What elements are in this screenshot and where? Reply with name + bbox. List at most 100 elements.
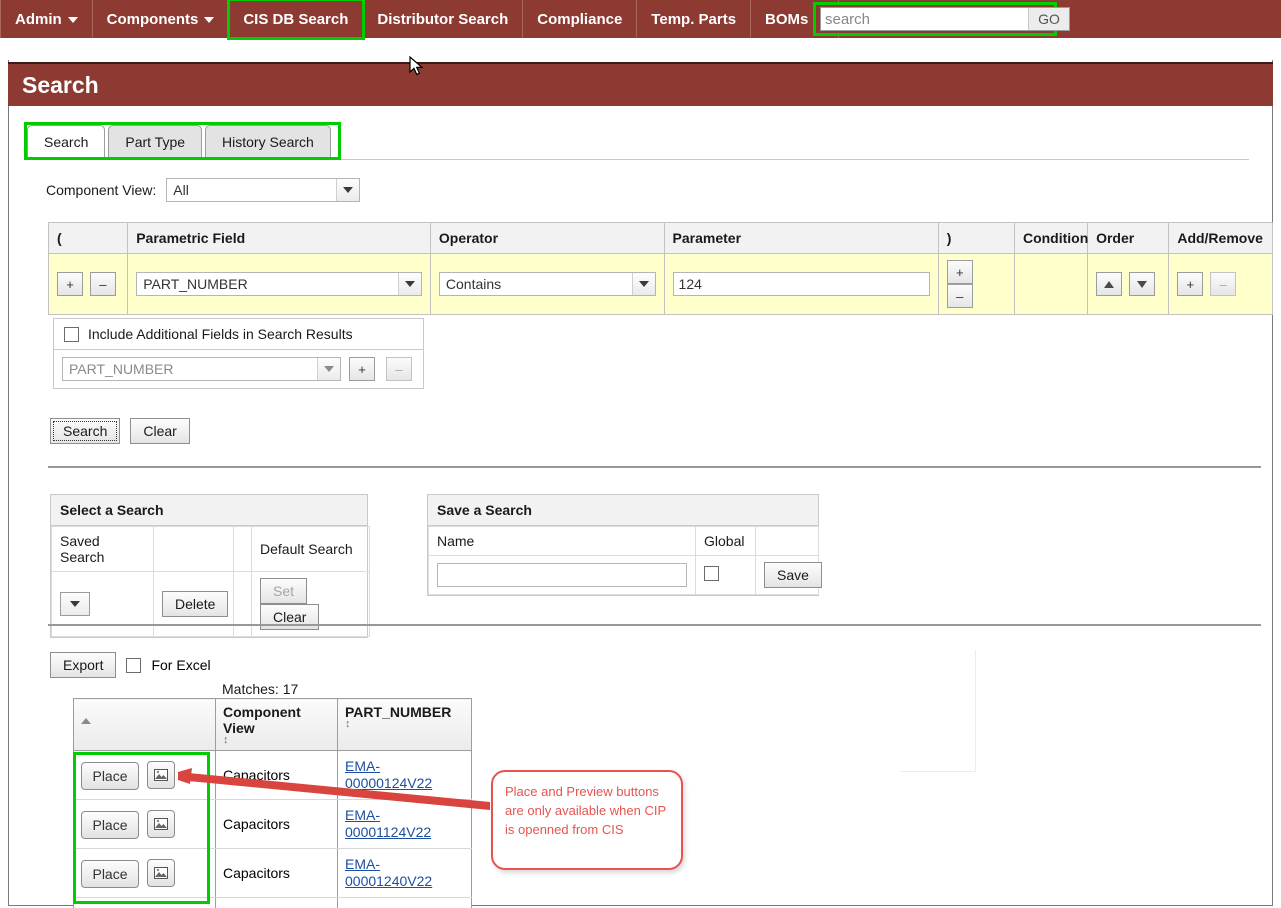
sort-toggle-icon[interactable]: ↕ [223,736,330,745]
preview-image-icon[interactable] [147,859,175,887]
col-default-search: Default Search [252,527,370,572]
global-search-input[interactable] [821,8,1028,30]
cell-add-remove: + – [1169,254,1273,315]
additional-field-add-button[interactable]: + [349,357,375,381]
parameter-input[interactable] [673,272,930,296]
save-search-button[interactable]: Save [764,562,822,588]
additional-field-remove-button[interactable]: – [386,357,412,381]
global-checkbox[interactable] [704,566,719,581]
results-header-row: Component View ↕ PART_NUMBER ↕ [74,699,472,751]
save-a-search-table: Name Global Save [428,526,819,595]
table-row: Place Capacitors EMA-00001240V22 [74,849,472,898]
col-parametric-field: Parametric Field [128,223,431,254]
part-number-link[interactable]: EMA-00001124V22 [345,807,464,841]
table-row: Place Capacitors EMA-00000124V22 [74,751,472,800]
for-excel-checkbox[interactable] [126,658,141,673]
results-col-part-number[interactable]: PART_NUMBER ↕ [338,699,472,751]
order-up-button[interactable] [1096,272,1122,296]
place-button[interactable]: Place [81,762,139,790]
additional-field-select[interactable]: PART_NUMBER [62,357,341,381]
save-search-name-input[interactable] [437,563,687,587]
parametric-field-value: PART_NUMBER [137,273,398,295]
component-view-label: Component View: [46,182,156,198]
nav-item-cis-db-search[interactable]: CIS DB Search [229,0,363,38]
row-add-button[interactable]: + [1177,272,1203,296]
background-artifact [900,650,976,772]
results-table: Component View ↕ PART_NUMBER ↕ Place [73,698,472,908]
clear-default-search-button[interactable]: Clear [260,604,319,630]
include-additional-fields-checkbox[interactable] [64,327,79,342]
global-search-go-button[interactable]: GO [1028,8,1069,30]
cell-parametric-field: PART_NUMBER [128,254,431,315]
cell-row-actions: Place [74,800,216,849]
order-down-button[interactable] [1129,272,1155,296]
criteria-row: + – PART_NUMBER Contains [49,254,1273,315]
cell-parameter [664,254,938,315]
parametric-field-select[interactable]: PART_NUMBER [136,272,422,296]
chevron-down-icon [204,17,214,23]
open-paren-add-button[interactable]: + [57,272,83,296]
tab-part-type[interactable]: Part Type [108,125,202,157]
col-open-paren: ( [49,223,128,254]
open-paren-remove-button[interactable]: – [90,272,116,296]
part-number-link[interactable]: EMA-00001240V22 [345,856,464,890]
component-view-select[interactable]: All [166,178,360,202]
clear-button[interactable]: Clear [130,418,189,444]
additional-field-value: PART_NUMBER [63,358,317,380]
col-blank-2 [234,527,252,572]
part-number-link[interactable]: EMA-00000124V22 [345,758,464,792]
save-a-search-header-row: Name Global [429,527,819,556]
select-a-search-header-row: Saved Search Default Search [52,527,370,572]
col-order: Order [1088,223,1169,254]
nav-item-label: Components [107,11,199,28]
nav-item-admin[interactable]: Admin [0,0,93,38]
cell-delete: Delete [154,572,234,637]
cell-spacer [234,572,252,637]
tab-label: Part Type [125,134,185,150]
nav-item-compliance[interactable]: Compliance [523,0,637,38]
results-col-part-number-label: PART_NUMBER [345,704,464,720]
include-additional-fields-label: Include Additional Fields in Search Resu… [88,326,353,342]
tab-search[interactable]: Search [27,125,105,157]
nav-item-components[interactable]: Components [93,0,230,38]
close-paren-remove-button[interactable]: – [947,284,973,308]
cell-part-number: EMA-00000124V22 [338,751,472,800]
place-button[interactable]: Place [81,811,139,839]
delete-saved-search-button[interactable]: Delete [162,591,228,617]
nav-item-distributor-search[interactable]: Distributor Search [363,0,523,38]
tab-history-search[interactable]: History Search [205,125,331,157]
saved-search-select[interactable] [60,592,90,616]
sort-toggle-icon[interactable]: ↕ [345,720,464,729]
results-col-component-view[interactable]: Component View ↕ [216,699,338,751]
additional-field-selector-row: PART_NUMBER + – [54,350,423,388]
place-button[interactable]: Place [81,860,139,888]
sort-ascending-icon[interactable] [81,718,91,724]
chevron-down-icon [68,17,78,23]
close-paren-add-button[interactable]: + [947,260,973,284]
include-additional-fields-row[interactable]: Include Additional Fields in Search Resu… [54,319,423,350]
col-operator: Operator [430,223,664,254]
cell-save-name [429,556,696,595]
table-row: Place Capacitors EMA-00001124V22 [74,800,472,849]
set-default-search-button[interactable]: Set [260,578,307,604]
search-criteria-table: ( Parametric Field Operator Parameter ) … [48,222,1273,315]
preview-image-icon[interactable] [147,810,175,838]
row-remove-button[interactable]: – [1210,272,1236,296]
tab-bar: Search Part Type History Search [27,125,334,157]
nav-item-label: Admin [15,11,62,28]
export-button[interactable]: Export [50,652,116,678]
cell-operator: Contains [430,254,664,315]
cell-global-checkbox [696,556,756,595]
nav-item-label: Compliance [537,11,622,28]
nav-item-temp-parts[interactable]: Temp. Parts [637,0,751,38]
go-button-label: GO [1038,11,1060,27]
select-a-search-panel: Select a Search Saved Search Default Sea… [50,494,368,638]
col-condition: Condition [1014,223,1087,254]
preview-image-icon[interactable] [147,761,175,789]
operator-value: Contains [440,273,632,295]
col-blank-3 [756,527,819,556]
cell-row-actions: Place [74,898,216,908]
search-button[interactable]: Search [50,418,120,444]
operator-select[interactable]: Contains [439,272,656,296]
save-a-search-body-row: Save [429,556,819,595]
